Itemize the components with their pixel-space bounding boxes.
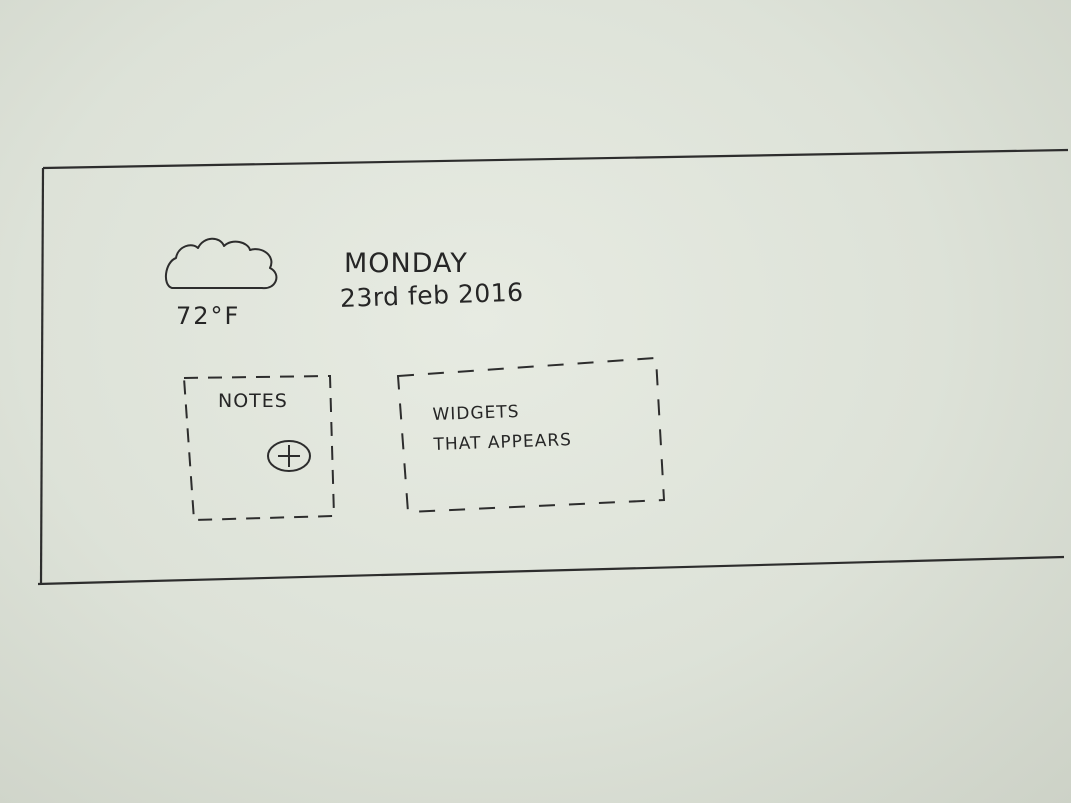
add-note-button[interactable] <box>265 438 313 474</box>
notes-title: NOTES <box>218 390 288 412</box>
date-label: 23rd feb 2016 <box>339 277 524 313</box>
plus-circle-icon <box>267 440 311 472</box>
temperature-label: 72°F <box>176 302 241 330</box>
widgets-placeholder-text: WIDGETS THAT APPEARS <box>432 401 573 455</box>
day-label: MONDAY <box>344 248 468 279</box>
